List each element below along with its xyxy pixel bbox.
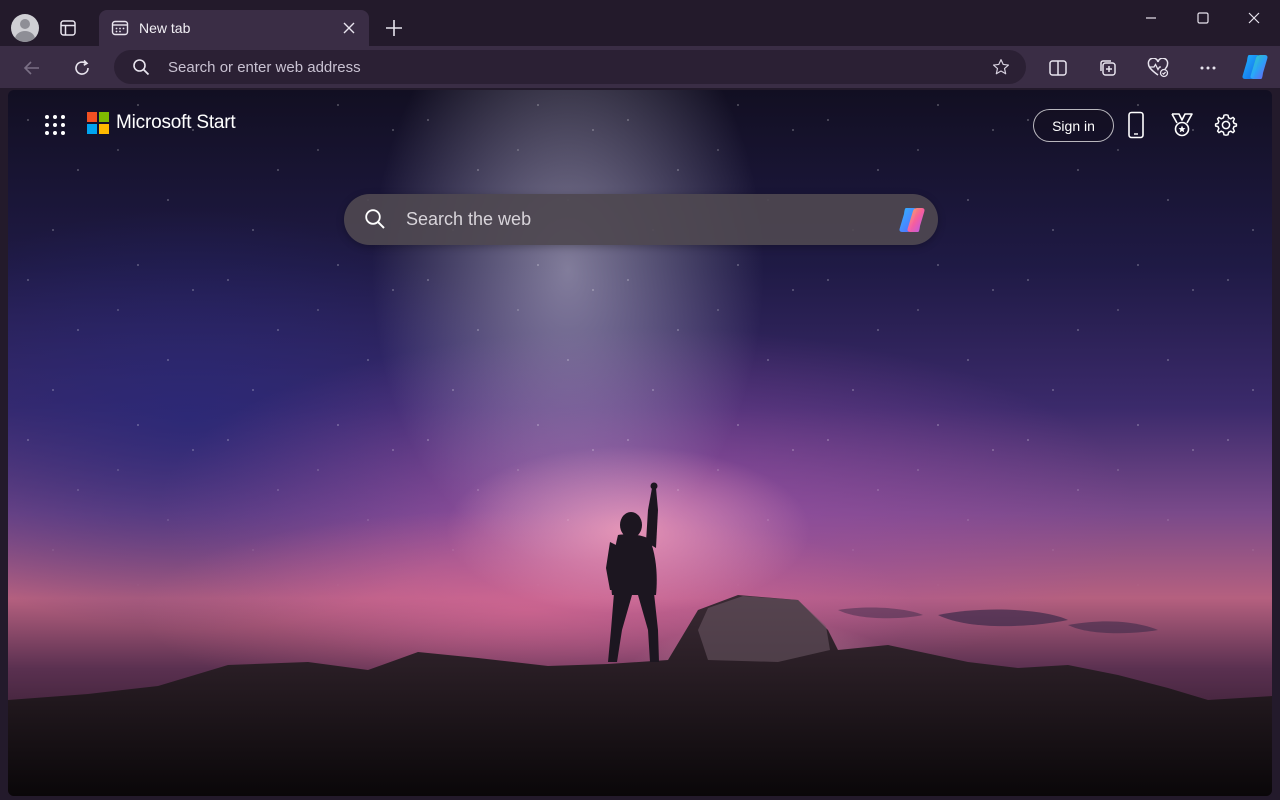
microsoft-start-brand[interactable]: Microsoft Start bbox=[87, 112, 236, 134]
browser-toolbar bbox=[0, 46, 1280, 88]
search-icon bbox=[132, 58, 150, 81]
brand-name: Microsoft Start bbox=[116, 112, 236, 133]
collections-icon bbox=[1100, 60, 1116, 76]
copilot-button[interactable] bbox=[1240, 52, 1270, 82]
back-arrow-icon bbox=[23, 61, 39, 75]
refresh-icon bbox=[75, 59, 89, 75]
logo-square-green bbox=[99, 112, 109, 122]
split-screen-icon bbox=[1049, 60, 1067, 76]
tab-actions-icon[interactable] bbox=[56, 16, 80, 40]
more-options-button[interactable] bbox=[1194, 54, 1222, 82]
microsoft-logo-icon bbox=[87, 112, 109, 134]
maximize-icon bbox=[1197, 12, 1209, 24]
copilot-icon bbox=[1242, 55, 1268, 79]
logo-square-blue bbox=[87, 124, 97, 134]
minimize-button[interactable] bbox=[1128, 4, 1174, 32]
logo-square-yellow bbox=[99, 124, 109, 134]
settings-button[interactable] bbox=[1212, 110, 1240, 140]
copilot-icon[interactable] bbox=[896, 204, 928, 236]
star-icon[interactable] bbox=[992, 58, 1010, 81]
refresh-button[interactable] bbox=[68, 54, 96, 82]
sign-in-button[interactable]: Sign in bbox=[1033, 109, 1114, 142]
maximize-button[interactable] bbox=[1180, 4, 1226, 32]
heart-pulse-icon bbox=[1147, 58, 1169, 78]
close-tab-icon[interactable] bbox=[339, 18, 359, 38]
logo-square-red bbox=[87, 112, 97, 122]
minimize-icon bbox=[1146, 17, 1156, 19]
new-tab-page: Microsoft Start Sign in bbox=[8, 90, 1272, 796]
tab-title: New tab bbox=[139, 20, 191, 36]
rewards-medal-icon bbox=[1171, 113, 1193, 137]
new-tab-page-icon bbox=[111, 19, 129, 37]
gear-icon bbox=[1214, 114, 1238, 136]
close-window-button[interactable] bbox=[1231, 4, 1277, 32]
new-tab-button[interactable] bbox=[381, 15, 407, 41]
profile-avatar-icon[interactable] bbox=[11, 14, 39, 42]
more-dots-icon bbox=[1200, 66, 1216, 70]
app-launcher-icon[interactable] bbox=[44, 114, 66, 136]
browser-essentials-button[interactable] bbox=[1144, 54, 1172, 82]
phone-button[interactable] bbox=[1122, 110, 1150, 140]
web-search-input[interactable] bbox=[406, 194, 876, 245]
address-input[interactable] bbox=[168, 50, 968, 84]
split-screen-button[interactable] bbox=[1044, 54, 1072, 82]
back-button[interactable] bbox=[18, 54, 46, 82]
plus-icon bbox=[386, 20, 402, 36]
rewards-button[interactable] bbox=[1168, 110, 1196, 140]
close-icon bbox=[1248, 12, 1260, 24]
collections-button[interactable] bbox=[1094, 54, 1122, 82]
tab-new-tab[interactable]: New tab bbox=[99, 10, 369, 46]
title-bar: New tab bbox=[0, 0, 1280, 46]
phone-icon bbox=[1128, 111, 1144, 139]
address-bar[interactable] bbox=[114, 50, 1026, 84]
search-icon bbox=[364, 208, 386, 235]
web-search-box[interactable] bbox=[344, 194, 938, 245]
